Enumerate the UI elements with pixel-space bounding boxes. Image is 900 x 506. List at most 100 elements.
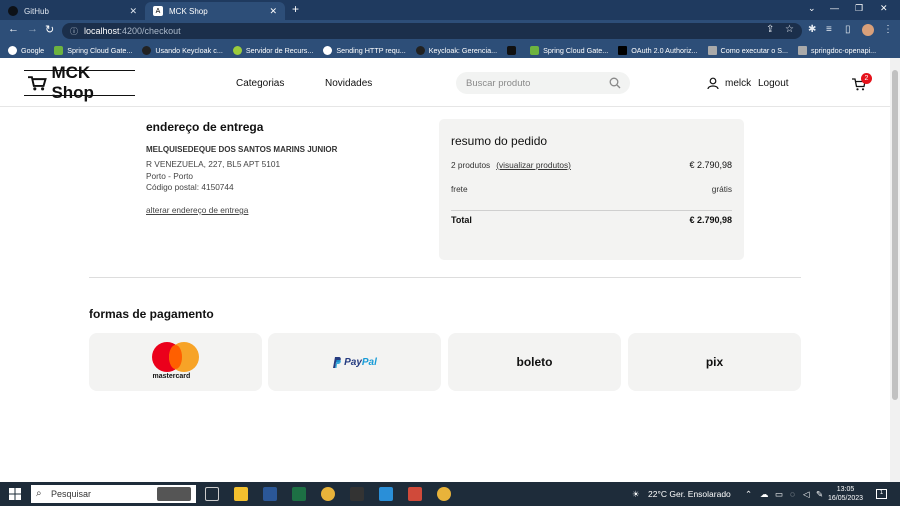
username: melck — [725, 77, 752, 89]
angular-icon: A — [153, 6, 163, 16]
volume-icon[interactable]: ◁ — [803, 489, 810, 500]
view-products-link[interactable]: (visualizar produtos) — [496, 160, 571, 170]
bookmark-item[interactable] — [507, 45, 520, 55]
pen-icon[interactable]: ✎ — [816, 489, 823, 500]
task-view-icon[interactable] — [205, 487, 219, 501]
tray-chevron-icon[interactable]: ⌃ — [745, 489, 752, 500]
mastercard-logo: mastercard — [151, 342, 200, 382]
forward-button[interactable]: → — [27, 23, 38, 35]
payment-boleto[interactable]: boleto — [448, 333, 621, 391]
intellij-icon[interactable] — [408, 487, 422, 501]
reload-button[interactable]: ↻ — [45, 23, 54, 36]
tab-label: MCK Shop — [169, 6, 208, 16]
chrome-active-icon[interactable] — [437, 487, 451, 501]
nav-novidades[interactable]: Novidades — [325, 78, 372, 89]
bookmark-item[interactable]: OAuth 2.0 Authoriz... — [618, 45, 698, 55]
vscode-icon[interactable] — [379, 487, 393, 501]
menu-kebab-icon[interactable]: ⋮ — [883, 24, 893, 35]
google-icon — [8, 45, 17, 55]
address-bar[interactable]: ⓘ localhost:4200/checkout — [62, 23, 802, 39]
info-icon[interactable]: ⓘ — [70, 26, 78, 37]
address-line: Porto - Porto — [146, 171, 194, 181]
taskbar-search-label: Pesquisar — [51, 489, 92, 499]
section-divider — [89, 277, 801, 278]
maximize-button[interactable]: ❐ — [855, 3, 863, 14]
word-icon[interactable] — [263, 487, 277, 501]
file-explorer-icon[interactable] — [234, 487, 248, 501]
products-value: € 2.790,98 — [689, 160, 732, 170]
bookmark-item[interactable]: Spring Cloud Gate... — [54, 45, 132, 55]
shipping-label: frete — [451, 184, 468, 194]
payment-pix[interactable]: pix — [628, 333, 801, 391]
paypal-icon — [333, 356, 341, 368]
logout-button[interactable]: Logout — [758, 78, 789, 89]
page-icon — [798, 45, 808, 55]
site-icon — [232, 45, 242, 55]
bookmark-item[interactable]: Keycloak: Gerencia... — [415, 45, 497, 55]
windows-start-icon[interactable] — [9, 488, 21, 500]
payment-mastercard[interactable]: mastercard — [89, 333, 262, 391]
bookmark-item[interactable]: Usando Keycloak c... — [142, 45, 223, 55]
bookmark-star-icon[interactable]: ☆ — [785, 24, 794, 35]
page-scrollbar[interactable] — [890, 58, 900, 482]
share-icon[interactable]: ⇪ — [766, 24, 774, 35]
taskbar-search[interactable]: ⌕ Pesquisar — [31, 485, 196, 503]
bookmark-item[interactable]: springdoc-openapi... — [798, 45, 876, 55]
tab-search-icon[interactable]: ⌄ — [808, 3, 816, 14]
page-icon — [707, 45, 717, 55]
bookmark-item[interactable]: Spring Cloud Gate... — [530, 45, 608, 55]
back-button[interactable]: ← — [8, 23, 19, 35]
payment-paypal[interactable]: Pay Pal — [268, 333, 441, 391]
weather-text[interactable]: 22°C Ger. Ensolarado — [648, 489, 731, 499]
network-icon[interactable]: ◌ — [790, 489, 795, 499]
chrome-icon[interactable] — [321, 487, 335, 501]
profile-avatar[interactable] — [862, 24, 874, 36]
site-logo[interactable]: MCK Shop — [24, 63, 135, 102]
clock-time: 13:05 — [836, 486, 855, 493]
side-panel-icon[interactable]: ▯ — [845, 24, 851, 35]
close-tab-icon[interactable]: ✕ — [129, 6, 137, 17]
paypal-text-2: Pal — [361, 356, 377, 368]
taskbar-clock[interactable]: 13:05 16/05/2023 — [828, 485, 863, 503]
search-input[interactable]: Buscar produto — [456, 72, 630, 94]
battery-icon[interactable]: ▭ — [775, 489, 783, 500]
search-icon[interactable] — [609, 77, 621, 89]
change-address-link[interactable]: alterar endereço de entrega — [146, 205, 248, 215]
scrollbar-thumb[interactable] — [892, 70, 898, 400]
address-name: MELQUISEDEQUE DOS SANTOS MARINS JUNIOR — [146, 145, 338, 154]
clock-date: 16/05/2023 — [828, 495, 864, 502]
notifications-icon[interactable]: 1 — [876, 489, 887, 499]
summary-products-row: 2 produtos (visualizar produtos) € 2.790,… — [451, 160, 732, 170]
onedrive-icon[interactable]: ☁ — [760, 489, 769, 500]
mastercard-label: mastercard — [152, 373, 191, 380]
weather-icon[interactable]: ☀ — [632, 489, 640, 500]
user-account[interactable]: melck — [707, 77, 751, 89]
address-line: R VENEZUELA, 227, BL5 APT 5101 — [146, 159, 281, 169]
tab-label: GitHub — [24, 6, 49, 16]
bookmark-item[interactable]: Sending HTTP requ... — [323, 45, 406, 55]
spring-icon — [530, 45, 540, 55]
reading-list-icon[interactable]: ≡ — [826, 24, 832, 35]
terminal-icon[interactable] — [350, 487, 364, 501]
boleto-label: boleto — [516, 355, 553, 369]
tab-mck-shop[interactable]: A MCK Shop ✕ — [145, 2, 285, 20]
nav-categorias[interactable]: Categorias — [236, 78, 284, 89]
close-tab-icon[interactable]: ✕ — [269, 6, 277, 17]
checkout-page: MCK Shop Categorias Novidades Buscar pro… — [0, 58, 890, 482]
minimize-button[interactable]: — — [830, 3, 839, 13]
bookmark-item[interactable]: Como executar o S... — [707, 45, 788, 55]
dev-icon — [618, 45, 628, 55]
close-window-button[interactable]: ✕ — [880, 3, 888, 14]
extensions-icon[interactable]: ✱ — [808, 24, 816, 35]
bookmark-item[interactable]: Google — [8, 45, 44, 55]
url-path: :4200/checkout — [119, 26, 181, 36]
summary-title: resumo do pedido — [451, 134, 548, 148]
tab-github[interactable]: GitHub ✕ — [0, 2, 145, 20]
windows-taskbar: ⌕ Pesquisar ☀ 22°C Ger. Ensolarado ⌃ ☁ ▭… — [0, 482, 900, 506]
search-icon: ⌕ — [36, 488, 42, 499]
cart-count-badge: 2 — [861, 73, 872, 84]
bookmark-item[interactable]: Servidor de Recurs... — [232, 45, 313, 55]
products-count: 2 produtos — [451, 160, 491, 170]
excel-icon[interactable] — [292, 487, 306, 501]
new-tab-button[interactable]: + — [292, 2, 299, 16]
